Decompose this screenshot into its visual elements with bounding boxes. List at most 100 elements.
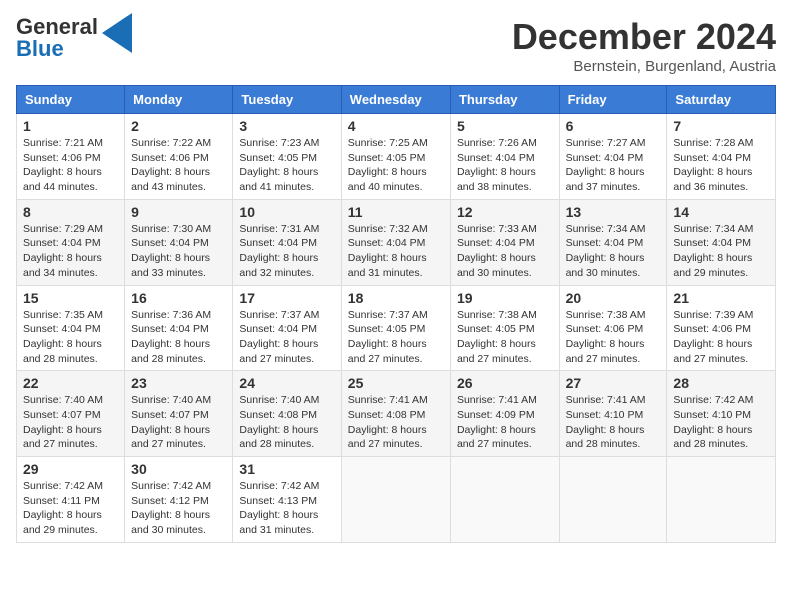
day-number: 14	[673, 204, 769, 220]
calendar-cell: 26Sunrise: 7:41 AMSunset: 4:09 PMDayligh…	[450, 371, 559, 457]
calendar-cell: 21Sunrise: 7:39 AMSunset: 4:06 PMDayligh…	[667, 285, 776, 371]
day-info: Sunrise: 7:40 AMSunset: 4:08 PMDaylight:…	[239, 393, 334, 452]
day-number: 23	[131, 375, 226, 391]
calendar-cell: 11Sunrise: 7:32 AMSunset: 4:04 PMDayligh…	[341, 199, 450, 285]
calendar-cell: 22Sunrise: 7:40 AMSunset: 4:07 PMDayligh…	[17, 371, 125, 457]
calendar-cell	[667, 457, 776, 543]
day-number: 7	[673, 118, 769, 134]
day-number: 18	[348, 290, 444, 306]
day-number: 24	[239, 375, 334, 391]
day-info: Sunrise: 7:42 AMSunset: 4:10 PMDaylight:…	[673, 393, 769, 452]
logo: General Blue	[16, 16, 132, 60]
calendar-cell: 9Sunrise: 7:30 AMSunset: 4:04 PMDaylight…	[125, 199, 233, 285]
day-info: Sunrise: 7:41 AMSunset: 4:10 PMDaylight:…	[566, 393, 661, 452]
weekday-header-monday: Monday	[125, 86, 233, 114]
day-number: 30	[131, 461, 226, 477]
calendar-cell: 25 Sunrise: 7:41 AMSunset: 4:08 PMDayligh…	[341, 371, 450, 457]
calendar-cell: 29 Sunrise: 7:42 AMSunset: 4:11 PMDayligh…	[17, 457, 125, 543]
day-info: Sunrise: 7:28 AMSunset: 4:04 PMDaylight:…	[673, 136, 769, 195]
day-number: 29	[23, 461, 118, 477]
calendar-cell: 20 Sunrise: 7:38 AMSunset: 4:06 PMDayligh…	[559, 285, 667, 371]
day-number: 9	[131, 204, 226, 220]
day-number: 4	[348, 118, 444, 134]
day-info: Sunrise: 7:33 AMSunset: 4:04 PMDaylight:…	[457, 222, 553, 281]
week-row-4: 22 Sunrise: 7:40 AMSunset: 4:07 PMDayligh…	[17, 371, 776, 457]
calendar-cell: 2Sunrise: 7:22 AMSunset: 4:06 PMDaylight…	[125, 114, 233, 200]
calendar-cell: 17Sunrise: 7:37 AMSunset: 4:04 PMDayligh…	[233, 285, 341, 371]
day-number: 5	[457, 118, 553, 134]
calendar-cell: 3Sunrise: 7:23 AMSunset: 4:05 PMDaylight…	[233, 114, 341, 200]
day-number: 22	[23, 375, 118, 391]
day-info: Sunrise: 7:40 AMSunset: 4:07 PMDaylight:…	[131, 393, 226, 452]
day-info: Sunrise: 7:41 AMSunset: 4:08 PMDaylight:…	[348, 393, 444, 452]
day-number: 31	[239, 461, 334, 477]
day-info: Sunrise: 7:37 AMSunset: 4:04 PMDaylight:…	[239, 308, 334, 367]
calendar-cell: 24 Sunrise: 7:40 AMSunset: 4:08 PMDayligh…	[233, 371, 341, 457]
calendar-cell: 19 Sunrise: 7:38 AMSunset: 4:05 PMDayligh…	[450, 285, 559, 371]
calendar-cell: 14 Sunrise: 7:34 AMSunset: 4:04 PMDayligh…	[667, 199, 776, 285]
day-number: 6	[566, 118, 661, 134]
week-row-1: 1 Sunrise: 7:21 AMSunset: 4:06 PMDaylight…	[17, 114, 776, 200]
logo-text: General Blue	[16, 16, 98, 60]
day-number: 25	[348, 375, 444, 391]
calendar-cell: 12 Sunrise: 7:33 AMSunset: 4:04 PMDayligh…	[450, 199, 559, 285]
day-info: Sunrise: 7:31 AMSunset: 4:04 PMDaylight:…	[239, 222, 334, 281]
day-number: 21	[673, 290, 769, 306]
day-info: Sunrise: 7:26 AMSunset: 4:04 PMDaylight:…	[457, 136, 553, 195]
calendar-cell: 27Sunrise: 7:41 AMSunset: 4:10 PMDayligh…	[559, 371, 667, 457]
week-row-2: 8 Sunrise: 7:29 AMSunset: 4:04 PMDaylight…	[17, 199, 776, 285]
logo-icon	[102, 13, 132, 53]
weekday-header-row: SundayMondayTuesdayWednesdayThursdayFrid…	[17, 86, 776, 114]
day-number: 8	[23, 204, 118, 220]
weekday-header-saturday: Saturday	[667, 86, 776, 114]
day-info: Sunrise: 7:42 AMSunset: 4:11 PMDaylight:…	[23, 479, 118, 538]
day-number: 1	[23, 118, 118, 134]
day-number: 19	[457, 290, 553, 306]
day-info: Sunrise: 7:21 AMSunset: 4:06 PMDaylight:…	[23, 136, 118, 195]
day-number: 16	[131, 290, 226, 306]
day-info: Sunrise: 7:34 AMSunset: 4:04 PMDaylight:…	[673, 222, 769, 281]
calendar-cell: 7 Sunrise: 7:28 AMSunset: 4:04 PMDaylight…	[667, 114, 776, 200]
calendar-cell: 30Sunrise: 7:42 AMSunset: 4:12 PMDayligh…	[125, 457, 233, 543]
day-number: 11	[348, 204, 444, 220]
calendar-cell: 10 Sunrise: 7:31 AMSunset: 4:04 PMDayligh…	[233, 199, 341, 285]
day-info: Sunrise: 7:29 AMSunset: 4:04 PMDaylight:…	[23, 222, 118, 281]
calendar-cell	[341, 457, 450, 543]
weekday-header-tuesday: Tuesday	[233, 86, 341, 114]
calendar-cell	[450, 457, 559, 543]
day-number: 28	[673, 375, 769, 391]
weekday-header-friday: Friday	[559, 86, 667, 114]
day-number: 3	[239, 118, 334, 134]
calendar-cell: 4Sunrise: 7:25 AMSunset: 4:05 PMDaylight…	[341, 114, 450, 200]
day-info: Sunrise: 7:35 AMSunset: 4:04 PMDaylight:…	[23, 308, 118, 367]
day-number: 26	[457, 375, 553, 391]
day-info: Sunrise: 7:37 AMSunset: 4:05 PMDaylight:…	[348, 308, 444, 367]
day-number: 20	[566, 290, 661, 306]
calendar-cell: 1 Sunrise: 7:21 AMSunset: 4:06 PMDaylight…	[17, 114, 125, 200]
calendar-cell: 16Sunrise: 7:36 AMSunset: 4:04 PMDayligh…	[125, 285, 233, 371]
day-number: 10	[239, 204, 334, 220]
day-number: 12	[457, 204, 553, 220]
weekday-header-thursday: Thursday	[450, 86, 559, 114]
calendar-cell: 5 Sunrise: 7:26 AMSunset: 4:04 PMDaylight…	[450, 114, 559, 200]
month-title: December 2024	[512, 16, 776, 58]
day-number: 13	[566, 204, 661, 220]
day-info: Sunrise: 7:34 AMSunset: 4:04 PMDaylight:…	[566, 222, 661, 281]
title-area: December 2024 Bernstein, Burgenland, Aus…	[512, 16, 776, 75]
calendar-cell: 13 Sunrise: 7:34 AMSunset: 4:04 PMDayligh…	[559, 199, 667, 285]
weekday-header-sunday: Sunday	[17, 86, 125, 114]
calendar-cell: 8 Sunrise: 7:29 AMSunset: 4:04 PMDaylight…	[17, 199, 125, 285]
day-info: Sunrise: 7:42 AMSunset: 4:13 PMDaylight:…	[239, 479, 334, 538]
calendar-cell: 23 Sunrise: 7:40 AMSunset: 4:07 PMDayligh…	[125, 371, 233, 457]
day-info: Sunrise: 7:38 AMSunset: 4:05 PMDaylight:…	[457, 308, 553, 367]
week-row-5: 29 Sunrise: 7:42 AMSunset: 4:11 PMDayligh…	[17, 457, 776, 543]
calendar-cell: 31 Sunrise: 7:42 AMSunset: 4:13 PMDayligh…	[233, 457, 341, 543]
calendar-cell: 15Sunrise: 7:35 AMSunset: 4:04 PMDayligh…	[17, 285, 125, 371]
day-info: Sunrise: 7:27 AMSunset: 4:04 PMDaylight:…	[566, 136, 661, 195]
day-info: Sunrise: 7:22 AMSunset: 4:06 PMDaylight:…	[131, 136, 226, 195]
calendar-table: SundayMondayTuesdayWednesdayThursdayFrid…	[16, 85, 776, 543]
calendar-cell	[559, 457, 667, 543]
calendar-cell: 28 Sunrise: 7:42 AMSunset: 4:10 PMDayligh…	[667, 371, 776, 457]
page-header: General Blue December 2024 Bernstein, Bu…	[16, 16, 776, 75]
day-info: Sunrise: 7:38 AMSunset: 4:06 PMDaylight:…	[566, 308, 661, 367]
